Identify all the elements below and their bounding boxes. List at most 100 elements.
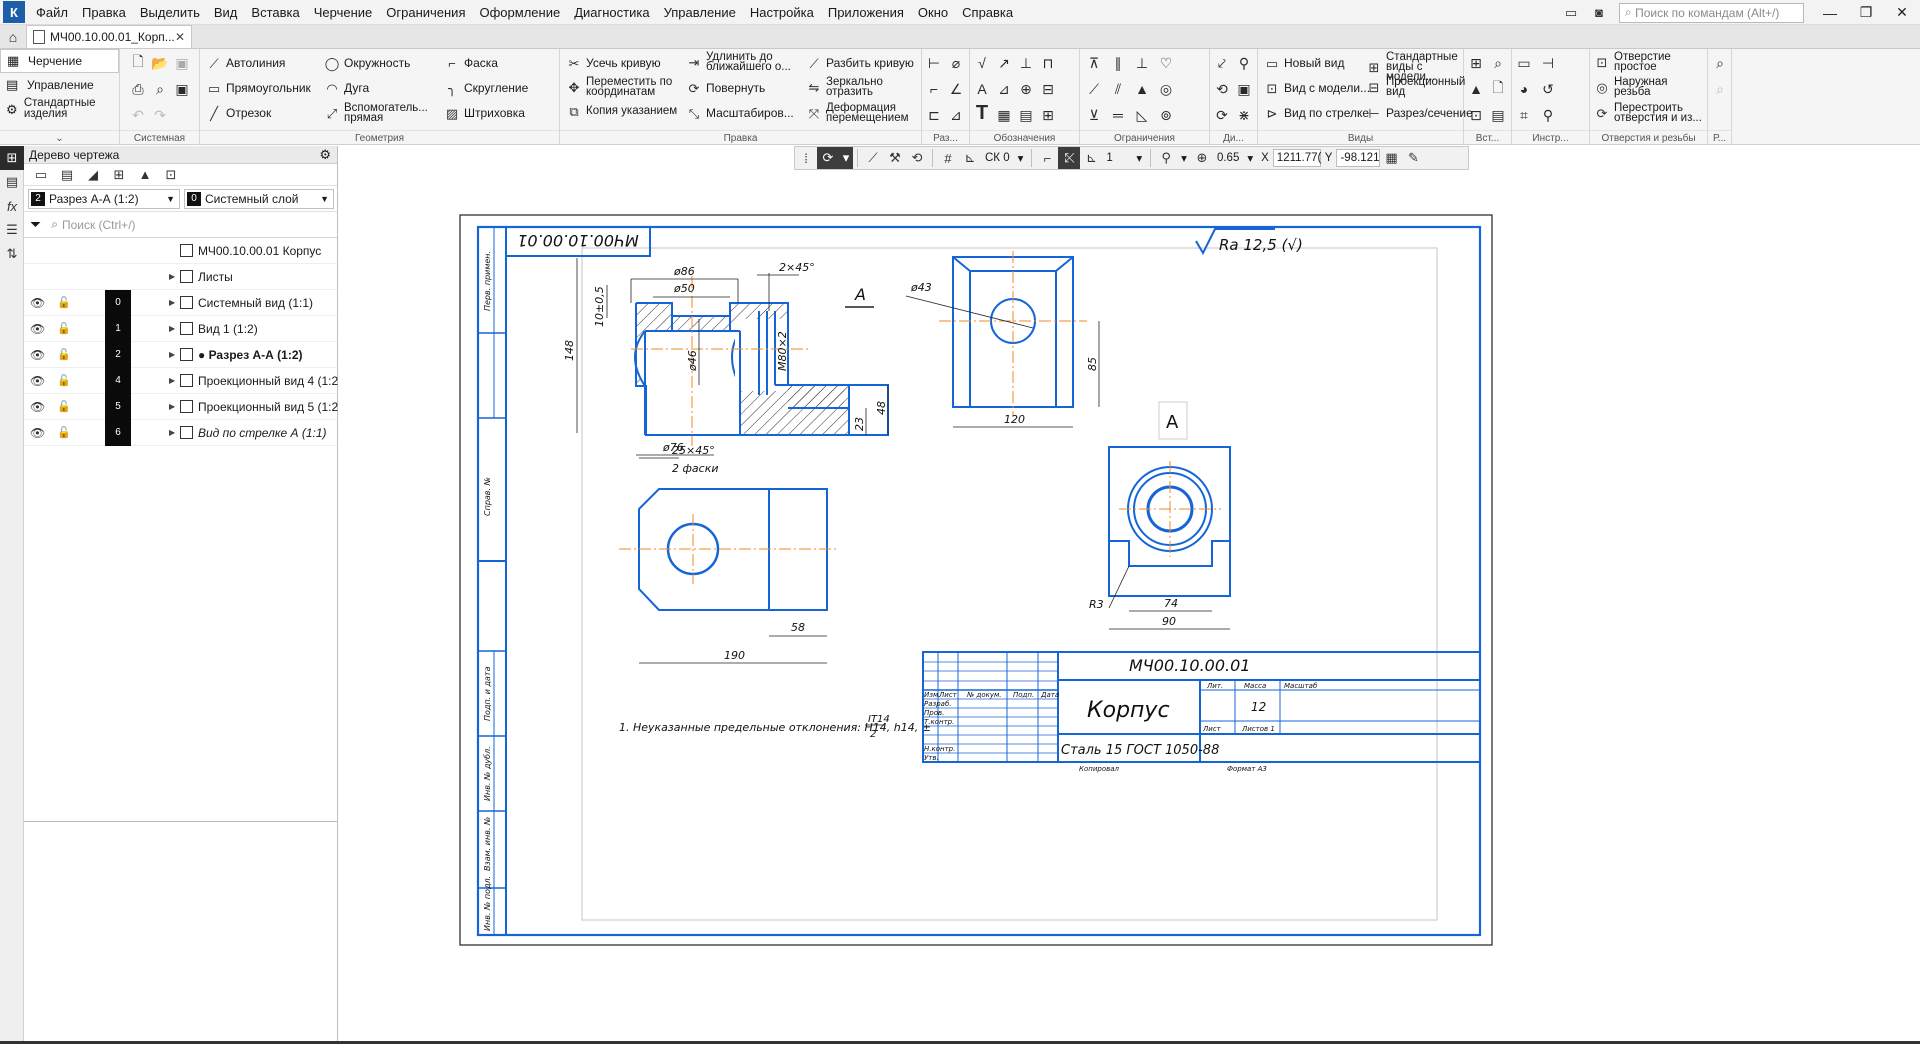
context-drafting[interactable]: ▦ Черчение [0, 49, 119, 73]
tree-root[interactable]: МЧ00.10.00.01 Корпус [24, 238, 337, 264]
tree-sheet-icon[interactable]: ▤ [54, 165, 80, 185]
radial-dim-icon[interactable]: ⌐ [924, 79, 944, 99]
command-search-input[interactable]: ⌕ Поиск по командам (Alt+/) [1619, 2, 1804, 23]
fillet-button[interactable]: ╮ Скругление [444, 80, 528, 96]
view-dropdown-icon[interactable]: ▾ [839, 147, 853, 169]
zoom-value-dropdown[interactable]: ▾ [1243, 151, 1257, 165]
expand-icon[interactable]: ▶ [169, 350, 175, 359]
menu-view[interactable]: Вид [207, 0, 245, 25]
simple-hole-button[interactable]: ⊡ Отверстие простое [1594, 51, 1706, 73]
minimize-button[interactable]: — [1812, 0, 1848, 25]
leader-icon[interactable]: ↗ [994, 53, 1014, 73]
refresh-icon[interactable]: ⟲ [906, 147, 928, 169]
expand-icon[interactable]: ▶ [169, 324, 175, 333]
tool-fill-icon[interactable]: ◕ [1514, 79, 1534, 99]
tree-item-view-5[interactable]: 👁 🔓 5 ▶ Проекционный вид 5 (1:2) [24, 393, 338, 420]
eye-icon[interactable]: 👁 [30, 322, 45, 336]
diag-check-icon[interactable]: ⤦ [1212, 53, 1232, 73]
tree-item-view-6[interactable]: 👁 🔓 6 ▶ Вид по стрелке А (1:1) [24, 419, 337, 446]
base-dim-icon[interactable]: ⊏ [924, 105, 944, 125]
new-document-icon[interactable]: 🗋 [128, 53, 148, 73]
tolerance-icon[interactable]: ⊥ [1016, 53, 1036, 73]
diag-model-icon[interactable]: ⟲ [1212, 79, 1232, 99]
equal-icon[interactable]: ⫽ [1108, 79, 1128, 99]
tab-document[interactable]: МЧ00.10.00.01_Корп... ✕ [26, 25, 192, 48]
text-small-icon[interactable]: A [972, 79, 992, 99]
zoom-value[interactable]: 0.65 [1213, 152, 1243, 164]
menu-window[interactable]: Окно [911, 0, 955, 25]
autoline-button[interactable]: ⟋ Автолиния [206, 55, 285, 71]
tool-line-icon[interactable]: ⊣ [1538, 53, 1558, 73]
roughness-icon[interactable]: √ [972, 53, 992, 73]
section-button[interactable]: ⊢ Разрез/сечение [1366, 105, 1472, 121]
trim-curve-button[interactable]: ✂ Усечь кривую [566, 55, 661, 71]
lock-icon[interactable]: 🔓 [57, 400, 71, 413]
tree-item-view-2[interactable]: 👁 🔓 2 ▶ ● Разрез А-А (1:2) [24, 341, 337, 368]
eye-icon[interactable]: 👁 [30, 348, 45, 362]
tree-item-view-1[interactable]: 👁 🔓 1 ▶ Вид 1 (1:2) [24, 315, 337, 342]
menu-diagnostics[interactable]: Диагностика [567, 0, 656, 25]
extend-button[interactable]: ⇥ Удлинить до ближайшего о... [686, 51, 804, 73]
rotate-button[interactable]: ⟳ Повернуть [686, 80, 766, 96]
y-coordinate-field[interactable]: -98.121 [1336, 149, 1381, 167]
report-disabled-icon[interactable]: ⌕ [1710, 79, 1730, 99]
thread-button[interactable]: ◎ Наружная резьба [1594, 76, 1706, 98]
restore-button[interactable]: ❐ [1848, 0, 1884, 25]
symbol-icon[interactable]: ⊞ [1038, 105, 1058, 125]
menu-help[interactable]: Справка [955, 0, 1020, 25]
lock-icon[interactable]: 🔓 [57, 348, 71, 361]
equal-length-icon[interactable]: ═ [1108, 105, 1128, 125]
drawing-canvas[interactable]: Перв. примен. Справ. № Подп. и дата Инв.… [339, 171, 1920, 1044]
view-select[interactable]: 2 Разрез А-А (1:2) ▼ [28, 188, 180, 209]
insert-image-icon[interactable]: ▲ [1466, 79, 1486, 99]
diag-var-icon[interactable]: ⋇ [1234, 105, 1254, 125]
expand-icon[interactable]: ▶ [169, 428, 175, 437]
hatch-button[interactable]: ▨ Штриховка [444, 105, 525, 121]
tree-panel-icon[interactable]: ⊞ [0, 146, 24, 170]
view-from-model-button[interactable]: ⊡ Вид с модели... [1264, 80, 1370, 96]
menu-edit[interactable]: Правка [75, 0, 133, 25]
tool-spec-icon[interactable]: ⌗ [1514, 105, 1534, 125]
cs-select[interactable]: СК 0 [981, 152, 1014, 164]
rebuild-holes-button[interactable]: ⟳ Перестроить отверстия и из... [1594, 102, 1706, 124]
new-view-button[interactable]: ▭ Новый вид [1264, 55, 1345, 71]
mark-icon[interactable]: ⊿ [994, 79, 1014, 99]
layer-select[interactable]: 0 Системный слой ▼ [184, 188, 334, 209]
vertical-icon[interactable]: ◺ [1132, 105, 1152, 125]
lock-icon[interactable]: 🔓 [57, 426, 71, 439]
chamfer-button[interactable]: ⌐ Фаска [444, 55, 498, 71]
move-coords-button[interactable]: ✥ Переместить по координатам [566, 76, 684, 98]
menu-insert[interactable]: Вставка [244, 0, 306, 25]
filter-icon[interactable]: ⏷ [30, 216, 41, 233]
save-icon[interactable]: ▣ [172, 53, 192, 73]
arrow-view-button[interactable]: ⊳ Вид по стрелке [1264, 105, 1370, 121]
diag-param-icon[interactable]: ⟳ [1212, 105, 1232, 125]
snap-settings-icon[interactable]: ⚒ [884, 147, 906, 169]
current-view-icon[interactable]: ⟳ [817, 147, 839, 169]
eye-icon[interactable]: 👁 [30, 374, 45, 388]
center-mark-icon[interactable]: ⊕ [1016, 79, 1036, 99]
eye-icon[interactable]: 👁 [30, 296, 45, 310]
variables-icon[interactable]: fx [0, 194, 24, 218]
step-dropdown-icon[interactable]: ▾ [1132, 151, 1146, 165]
close-button[interactable]: ✕ [1884, 0, 1920, 25]
copy-button[interactable]: ⧉ Копия указанием [566, 103, 684, 119]
tree-item-view-4[interactable]: 👁 🔓 4 ▶ Проекционный вид 4 (1:2) [24, 367, 338, 394]
coincident-icon[interactable]: ⊚ [1156, 105, 1176, 125]
zoom-icon[interactable]: ⊕ [1191, 147, 1213, 169]
circle-button[interactable]: ◯ Окружность [324, 55, 411, 71]
context-management[interactable]: ▤ Управление [0, 73, 119, 97]
eye-icon[interactable]: 👁 [30, 400, 45, 414]
tree-relations-icon[interactable]: ⊡ [158, 165, 184, 185]
linear-dim-icon[interactable]: ⊢ [924, 53, 944, 73]
arc-button[interactable]: ◠ Дуга [324, 80, 369, 96]
round-icon[interactable]: ⤪ [1058, 147, 1081, 169]
tangent-icon[interactable]: ♡ [1156, 53, 1176, 73]
hatch-fill-icon[interactable]: ▤ [1016, 105, 1036, 125]
tree-search[interactable]: ⏷ ⌕ Поиск (Ctrl+/) [24, 212, 337, 238]
insert-macro-icon[interactable]: ⊡ [1466, 105, 1486, 125]
base-icon[interactable]: ⊓ [1038, 53, 1058, 73]
report-icon[interactable]: ⌕ [1710, 53, 1730, 73]
angle-dim-icon[interactable]: ∠ [946, 79, 966, 99]
insert-fragment-icon[interactable]: ⊞ [1466, 53, 1486, 73]
